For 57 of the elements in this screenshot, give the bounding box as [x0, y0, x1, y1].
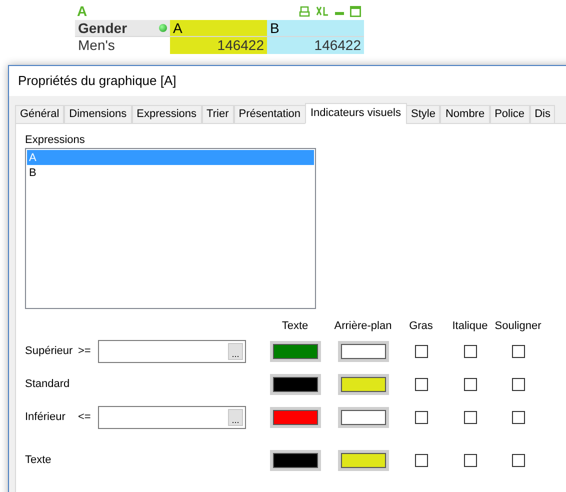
checkbox[interactable]	[414, 411, 428, 424]
column-label: Arrière-plan	[333, 318, 393, 334]
color-swatch[interactable]	[272, 410, 318, 425]
checkbox[interactable]	[464, 378, 476, 391]
dialog-title: Propriétés du graphique [A]	[9, 66, 566, 96]
row-label: Supérieur	[25, 344, 74, 360]
checkbox[interactable]	[414, 454, 428, 467]
section-label: Expressions	[25, 133, 86, 146]
chart-title: A	[76, 2, 88, 20]
input-field[interactable]: ...	[98, 340, 246, 363]
tab[interactable]: Trier	[202, 105, 234, 124]
color-swatch[interactable]	[340, 377, 386, 392]
input-field[interactable]: ...	[98, 406, 246, 429]
tab[interactable]: Présentation	[234, 105, 306, 124]
color-swatch[interactable]	[272, 344, 318, 359]
table-cell: 146422	[170, 37, 267, 54]
tab[interactable]: Général	[15, 105, 64, 124]
tab[interactable]: Expressions	[132, 105, 202, 124]
checkbox[interactable]	[512, 378, 524, 391]
checkbox[interactable]	[414, 345, 428, 358]
operator-label: <=	[78, 410, 92, 426]
color-swatch[interactable]	[340, 410, 386, 425]
row-label: Standard	[25, 377, 71, 392]
checkbox[interactable]	[512, 345, 524, 358]
column-label: Italique	[451, 318, 489, 334]
row-label: Texte	[25, 453, 52, 468]
color-swatch[interactable]	[272, 453, 318, 468]
maximize-icon[interactable]	[350, 6, 361, 16]
checkbox[interactable]	[464, 411, 476, 424]
column-label: Texte	[280, 318, 310, 334]
ellipsis-button[interactable]: ...	[228, 409, 243, 426]
color-swatch[interactable]	[340, 453, 386, 468]
tab[interactable]: Police	[490, 105, 530, 124]
tab[interactable]: Dis	[530, 105, 556, 124]
print-icon[interactable]	[299, 6, 310, 16]
column-header[interactable]: A	[170, 20, 267, 37]
checkbox[interactable]	[414, 378, 428, 391]
checkbox[interactable]	[512, 411, 524, 424]
color-swatch[interactable]	[272, 377, 318, 392]
ellipsis-button[interactable]: ...	[228, 343, 243, 360]
column-header-text[interactable]: Gender	[78, 18, 128, 38]
excel-icon[interactable]	[316, 6, 329, 16]
row-label: Inférieur	[25, 410, 66, 426]
column-label: Gras	[408, 318, 434, 334]
list-item[interactable]: B	[27, 165, 314, 180]
checkbox[interactable]	[464, 454, 476, 467]
tab[interactable]: Nombre	[440, 105, 490, 124]
table-cell: 146422	[267, 37, 364, 54]
tab[interactable]: Indicateurs visuels	[304, 103, 407, 124]
checkbox[interactable]	[512, 454, 524, 467]
color-swatch[interactable]	[340, 344, 386, 359]
column-label: Souligner	[494, 318, 542, 334]
tab[interactable]: Dimensions	[64, 105, 132, 124]
operator-label: >=	[78, 344, 92, 360]
column-header[interactable]: B	[267, 20, 364, 37]
tab[interactable]: Style	[406, 105, 440, 124]
checkbox[interactable]	[464, 345, 476, 358]
